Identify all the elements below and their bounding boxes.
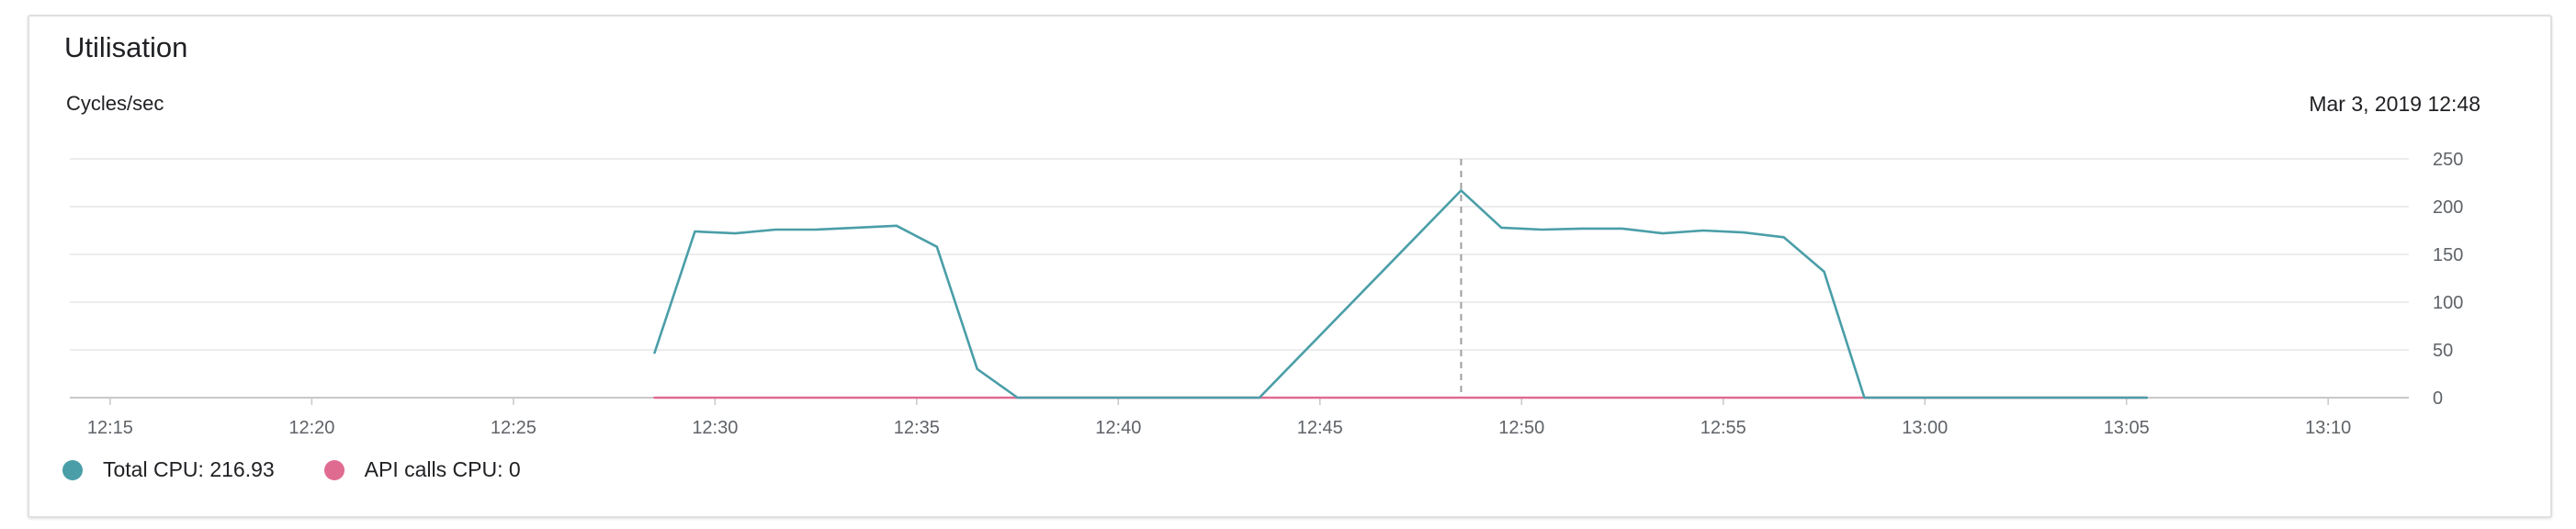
x-tick-label: 12:40 [1095, 418, 1141, 438]
x-tick-label: 12:15 [87, 418, 133, 438]
series-line-total-cpu [653, 189, 2148, 400]
x-tick-label: 13:10 [2305, 418, 2351, 438]
utilisation-line-chart[interactable]: 0 50 100 150 200 250 12:15 12:20 12:25 12:30 12:35… [0, 0, 2576, 529]
x-tick-label: 12:25 [491, 418, 537, 438]
y-tick-label: 0 [2433, 388, 2443, 409]
x-tick-label: 12:55 [1700, 418, 1746, 438]
x-tick-label: 12:20 [288, 418, 334, 438]
x-tick-label: 12:35 [894, 418, 940, 438]
legend-label-total-cpu: Total CPU: 216.93 [103, 457, 275, 481]
legend-label-api-calls-cpu: API calls CPU: 0 [364, 457, 521, 481]
api-calls-cpu-swatch-icon [323, 459, 345, 480]
x-tick-label: 12:50 [1498, 418, 1544, 438]
x-tick-label: 13:00 [1902, 418, 1948, 438]
x-tick-label: 13:05 [2104, 418, 2150, 438]
x-tick-label: 12:30 [692, 418, 738, 438]
x-tick-label: 12:45 [1297, 418, 1343, 438]
y-tick-label: 50 [2433, 341, 2453, 361]
legend-item-total-cpu[interactable]: Total CPU: 216.93 [62, 457, 275, 482]
y-tick-label: 100 [2433, 293, 2463, 313]
y-tick-label: 250 [2433, 150, 2463, 170]
y-tick-label: 200 [2433, 197, 2463, 218]
chart-legend: Total CPU: 216.93 API calls CPU: 0 [62, 457, 571, 482]
total-cpu-swatch-icon [62, 459, 83, 480]
y-tick-label: 150 [2433, 245, 2463, 265]
legend-item-api-calls-cpu[interactable]: API calls CPU: 0 [323, 457, 521, 482]
